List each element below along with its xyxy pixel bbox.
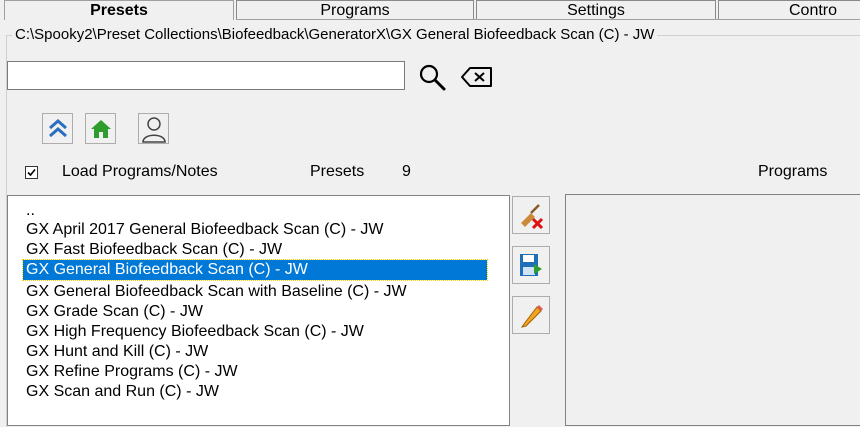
presets-count: 9 bbox=[402, 163, 411, 180]
list-item[interactable]: GX April 2017 General Biofeedback Scan (… bbox=[23, 220, 387, 240]
backspace-icon bbox=[461, 67, 492, 87]
edit-preset-button[interactable] bbox=[512, 296, 550, 334]
list-item-selected[interactable]: GX General Biofeedback Scan (C) - JW bbox=[22, 259, 488, 281]
list-item[interactable]: GX Fast Biofeedback Scan (C) - JW bbox=[23, 240, 285, 260]
user-icon bbox=[141, 116, 166, 143]
programs-list[interactable] bbox=[565, 194, 860, 426]
save-icon bbox=[520, 254, 542, 276]
list-item[interactable]: GX General Biofeedback Scan with Baselin… bbox=[23, 282, 410, 302]
up-folder-button[interactable] bbox=[42, 113, 73, 144]
search-button[interactable] bbox=[414, 59, 449, 94]
load-notes-checkbox[interactable] bbox=[25, 166, 38, 179]
tab-settings[interactable]: Settings bbox=[476, 0, 716, 20]
pencil-icon bbox=[520, 305, 543, 328]
home-icon bbox=[90, 119, 111, 138]
tab-programs[interactable]: Programs bbox=[236, 0, 474, 20]
double-chevron-up-icon bbox=[48, 118, 67, 137]
presets-label: Presets bbox=[310, 163, 365, 180]
home-folder-button[interactable] bbox=[85, 113, 116, 144]
list-item[interactable]: GX Scan and Run (C) - JW bbox=[23, 382, 222, 402]
user-folder-button[interactable] bbox=[138, 113, 169, 144]
tab-control[interactable]: Contro bbox=[718, 0, 860, 20]
current-path: C:\Spooky2\Preset Collections\Biofeedbac… bbox=[12, 26, 658, 43]
list-item[interactable]: GX High Frequency Biofeedback Scan (C) -… bbox=[23, 322, 367, 342]
presets-list[interactable]: .. GX April 2017 General Biofeedback Sca… bbox=[7, 195, 510, 426]
list-item-parent[interactable]: .. bbox=[23, 201, 38, 221]
tab-strip-border bbox=[236, 19, 860, 20]
broom-delete-icon bbox=[521, 204, 544, 229]
delete-preset-button[interactable] bbox=[512, 196, 550, 234]
clear-search-button[interactable] bbox=[457, 61, 497, 93]
magnifier-icon bbox=[419, 64, 445, 90]
programs-label: Programs bbox=[758, 163, 828, 180]
checkmark-icon bbox=[27, 168, 36, 177]
load-notes-label: Load Programs/Notes bbox=[62, 163, 218, 180]
list-item[interactable]: GX Hunt and Kill (C) - JW bbox=[23, 342, 211, 362]
list-item[interactable]: GX Grade Scan (C) - JW bbox=[23, 302, 206, 322]
list-item[interactable]: GX Refine Programs (C) - JW bbox=[23, 362, 241, 382]
tab-presets[interactable]: Presets bbox=[4, 0, 234, 20]
save-preset-button[interactable] bbox=[512, 246, 550, 284]
search-input[interactable] bbox=[7, 61, 405, 90]
